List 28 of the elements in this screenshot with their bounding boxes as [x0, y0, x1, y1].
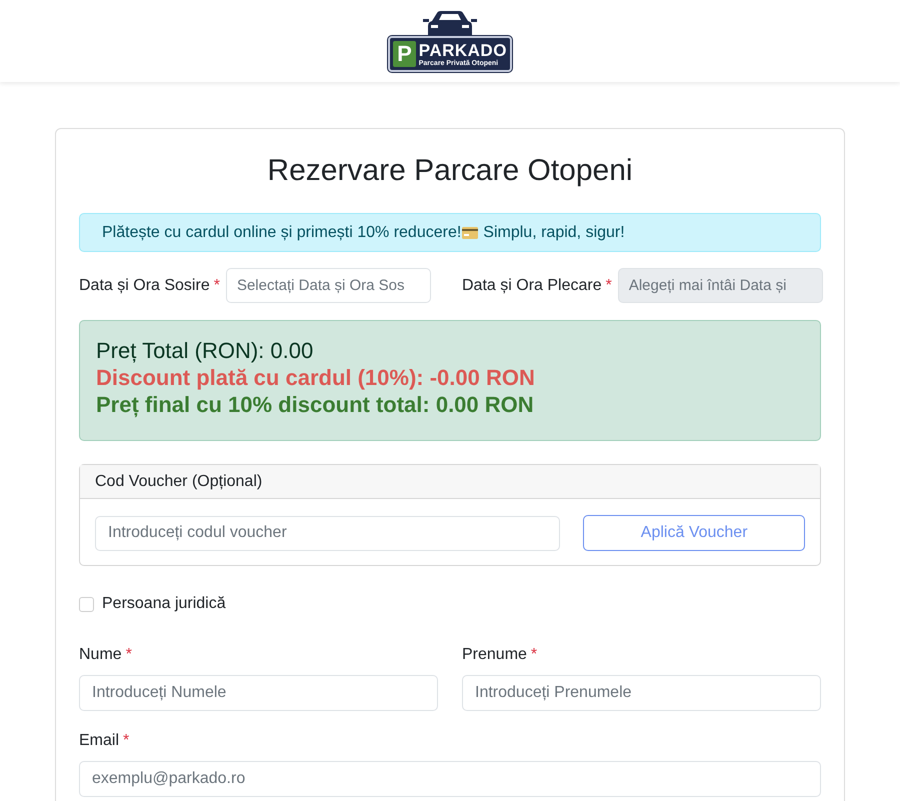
voucher-heading: Cod Voucher (Opțional) [95, 472, 262, 492]
page-title: Rezervare Parcare Otopeni [266, 153, 634, 189]
field-label: Data și Ora Sosire [79, 276, 210, 294]
card-discount: Discount plată cu cardul (10%): -0.00 RON [96, 364, 535, 391]
required-mark: * [214, 276, 220, 294]
required-mark: * [126, 646, 132, 663]
required-mark: * [123, 732, 130, 749]
alert-text: Plătește cu cardul online și primești 10% reducere! [102, 222, 462, 242]
field-label: Prenume [462, 646, 527, 663]
required-mark: * [606, 276, 612, 294]
field-label: Email [79, 732, 120, 749]
apply-voucher-button[interactable]: Aplică Voucher [583, 515, 805, 551]
logo-letter: P [393, 41, 416, 67]
text-input[interactable]: exemplu@parkado.ro [79, 761, 821, 797]
total-price: Preț Total (RON): 0.00 [96, 337, 314, 364]
text-input[interactable]: Introduceți Numele [79, 675, 438, 711]
voucher-input[interactable]: Introduceți codul voucher [95, 516, 560, 550]
text-input[interactable]: Introduceți Prenumele [462, 675, 821, 711]
checkbox-label: Persoana juridică [102, 594, 226, 614]
field-label: Data și Ora Plecare [462, 276, 602, 294]
datetime-input[interactable]: Selectați Data și Ora Sos [226, 268, 431, 303]
required-mark: * [530, 646, 538, 663]
credit-card-icon [462, 226, 478, 238]
brand-name: PARKADO [418, 42, 507, 58]
alert-text: Simplu, rapid, sigur! [483, 222, 625, 242]
final-price: Preț final cu 10% discount total: 0.00 RON [96, 391, 534, 418]
field-label: Nume [79, 646, 122, 663]
company-checkbox[interactable] [79, 596, 94, 612]
